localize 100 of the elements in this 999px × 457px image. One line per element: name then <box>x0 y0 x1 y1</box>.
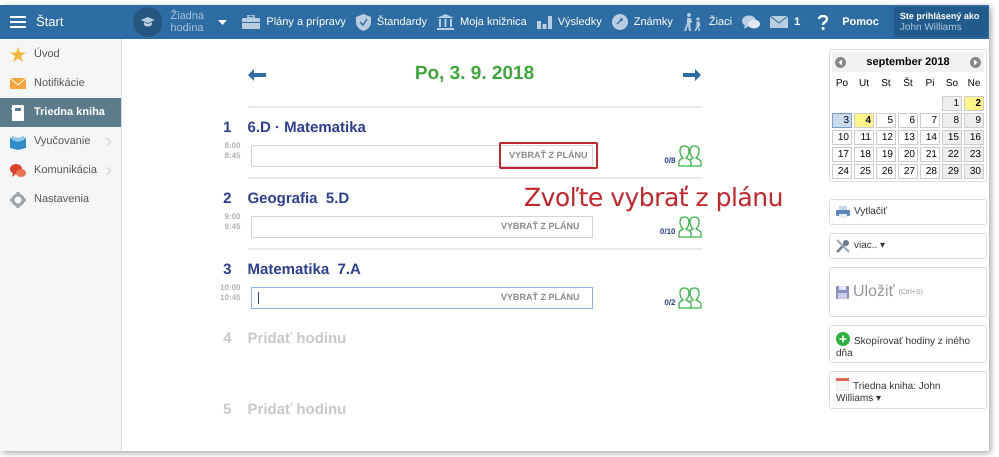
sidebar-item[interactable]: Notifikácie <box>0 69 121 98</box>
shield-nav-item[interactable]: Štandardy <box>350 5 432 39</box>
gear-icon <box>10 192 26 208</box>
calendar-day[interactable]: 9 <box>964 113 984 128</box>
graduation-cap-icon <box>132 7 162 37</box>
mail-nav-item[interactable]: 1 <box>765 5 806 39</box>
next-day-arrow-icon[interactable] <box>683 68 702 80</box>
pupils-nav-item[interactable]: Žiaci <box>678 5 738 39</box>
library-icon <box>437 14 454 30</box>
lesson-title: 6.D · Matematika <box>248 118 366 138</box>
end-time: 8:45 <box>223 151 240 161</box>
grade-nav-item[interactable]: Známky <box>606 5 678 39</box>
plus-circle-icon <box>836 332 850 346</box>
attendance-count: 0/2 <box>664 296 676 308</box>
owner-button[interactable]: Triedna kniha: John Williams ▾ <box>829 371 987 409</box>
weekday-label: Ut <box>858 77 870 91</box>
walking-people-icon <box>682 13 703 31</box>
calendar-day[interactable]: 19 <box>876 147 896 162</box>
calendar-day[interactable]: 14 <box>920 130 940 145</box>
next-month-icon <box>970 56 981 68</box>
sidebar-item[interactable]: Triedna kniha <box>0 98 121 127</box>
briefcase-nav-item[interactable]: Plány a prípravy <box>237 5 351 39</box>
calendar-day[interactable]: 10 <box>832 130 852 145</box>
previous-month-icon <box>835 56 846 68</box>
bars-nav-item[interactable]: Výsledky <box>532 5 607 39</box>
calendar-day[interactable]: 5 <box>876 113 896 128</box>
handwritten-annotation: Zvoľte vybrať z plánu <box>524 183 783 213</box>
start-menu-button[interactable]: Štart <box>0 5 129 39</box>
calendar-day[interactable]: 29 <box>942 164 962 179</box>
more-button[interactable]: viac.. ▾ <box>829 233 987 259</box>
question-mark-icon <box>818 14 828 30</box>
calendar-day[interactable]: 23 <box>964 147 984 162</box>
sidebar-item[interactable]: Vyučovanie <box>0 127 121 156</box>
envelope-icon <box>770 16 788 28</box>
calendar-day[interactable]: 16 <box>964 130 984 145</box>
signed-in-caption: Ste prihlásený ako <box>900 10 980 22</box>
print-button[interactable]: Vytlačiť <box>829 199 987 225</box>
lesson-title: Matematika 7.A <box>248 260 361 280</box>
speech-bubbles-icon <box>10 162 26 178</box>
calendar-day[interactable]: 7 <box>920 113 940 128</box>
weekday-label: St <box>880 77 892 91</box>
end-time: 10:45 <box>219 293 240 303</box>
shield-icon <box>356 14 371 30</box>
weekday-label: Št <box>902 76 914 91</box>
printer-icon <box>836 206 850 218</box>
library-nav-item[interactable]: Moja knižnica <box>432 5 532 39</box>
calendar-day[interactable]: 28 <box>920 164 940 179</box>
calendar-day[interactable]: 13 <box>898 130 918 145</box>
lesson-number: 2 <box>223 189 232 209</box>
calendar-day[interactable]: 2 <box>964 96 984 111</box>
bar-chart-icon <box>536 15 552 29</box>
calendar-day[interactable]: 8 <box>942 113 962 128</box>
calendar-day[interactable]: 3 <box>832 113 852 128</box>
calendar-day[interactable]: 22 <box>942 147 962 162</box>
calendar-day[interactable]: 4 <box>854 113 874 128</box>
lesson-title: Geografia 5.D <box>248 189 350 209</box>
calendar-day[interactable]: 21 <box>920 147 940 162</box>
calendar-day[interactable]: 18 <box>854 147 874 162</box>
weekday-label: Pi <box>924 77 936 91</box>
tools-icon <box>836 239 850 253</box>
star-icon <box>10 46 26 62</box>
grade-icon <box>612 14 628 30</box>
previous-day-arrow-icon[interactable] <box>248 68 266 80</box>
menu-icon <box>10 16 26 28</box>
sidebar-item[interactable]: Komunikácia <box>0 156 121 185</box>
start-time: 9:00 <box>223 212 240 222</box>
sidebar-item[interactable]: Úvod <box>0 40 121 69</box>
calendar-day[interactable]: 26 <box>876 164 896 179</box>
calendar-day[interactable]: 15 <box>942 130 962 145</box>
help-link[interactable]: Pomoc <box>813 5 884 39</box>
weekday-label: So <box>944 77 960 91</box>
two-people-icon <box>678 144 702 166</box>
calendar-day[interactable]: 24 <box>832 164 852 179</box>
start-time: 8:00 <box>223 141 240 151</box>
calendar-day[interactable]: 27 <box>898 164 918 179</box>
user-box[interactable]: Ste prihlásený ako John Williams <box>894 7 988 37</box>
calendar-day[interactable]: 30 <box>964 164 984 179</box>
sidebar-item[interactable]: Nastavenia <box>0 185 121 214</box>
envelope-icon <box>10 76 26 92</box>
two-people-icon <box>678 286 702 308</box>
two-people-icon <box>678 216 702 238</box>
caret-icon <box>218 20 228 24</box>
calendar-day[interactable]: 20 <box>898 147 918 162</box>
month-title: september 2018 <box>866 54 950 70</box>
open-book-icon <box>10 134 26 150</box>
user-name: John Williams <box>900 22 963 34</box>
calendar-day[interactable]: 12 <box>876 130 896 145</box>
date-heading: Po, 3. 9. 2018 <box>414 62 534 86</box>
calendar-day[interactable]: 6 <box>898 113 918 128</box>
notebook-icon <box>10 104 26 120</box>
calendar-day[interactable]: 1 <box>942 96 962 111</box>
calendar-day[interactable]: 11 <box>854 130 874 145</box>
weekday-label: Ne <box>966 77 982 91</box>
calendar-day[interactable]: 17 <box>832 147 852 162</box>
end-time: 9:45 <box>223 222 240 232</box>
chat-icon <box>742 14 760 30</box>
attendance-count: 0/10 <box>660 226 676 238</box>
calendar-day[interactable]: 25 <box>854 164 874 179</box>
calendar-icon <box>836 378 849 391</box>
copy-button[interactable]: Skopírovať hodiny z iného dňa <box>829 325 987 363</box>
